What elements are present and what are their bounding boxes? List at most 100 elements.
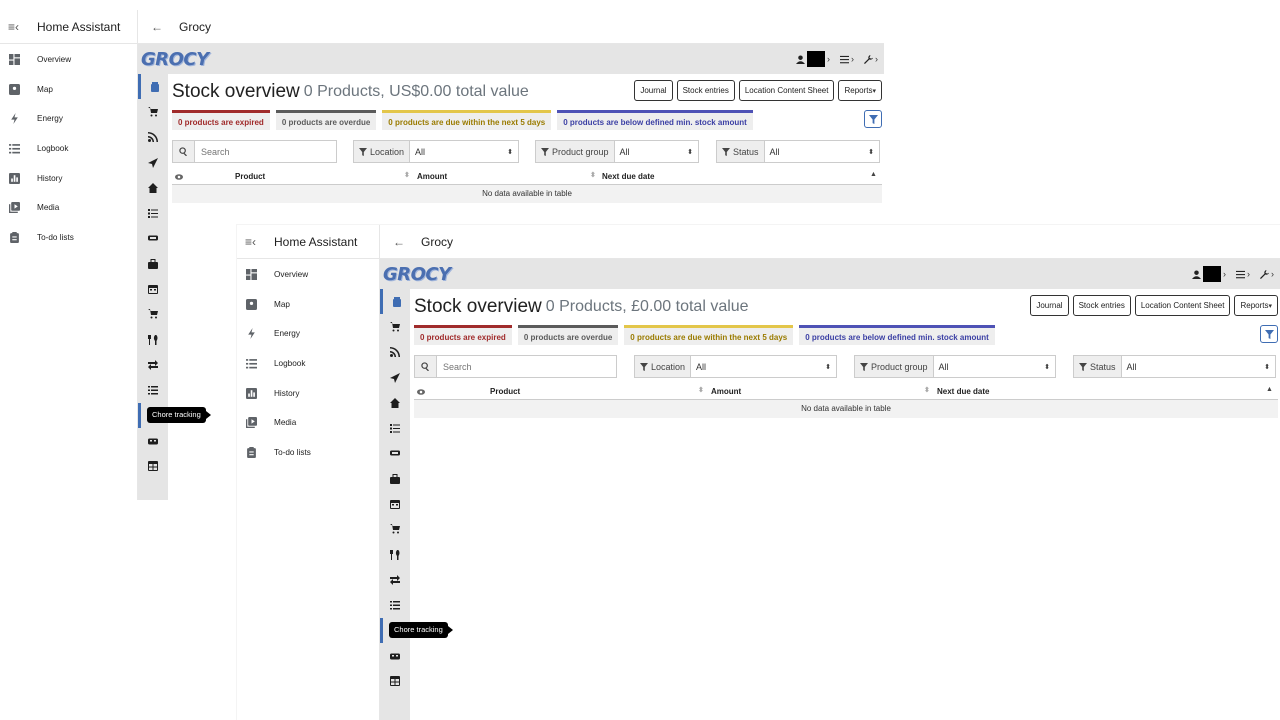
sidebar-item-todo[interactable]: To-do lists	[0, 223, 137, 253]
clear-filter-button[interactable]	[864, 110, 882, 128]
status-due-soon[interactable]: 0 products are due within the next 5 day…	[382, 110, 552, 130]
search-input[interactable]	[437, 356, 615, 377]
utensils-icon	[148, 334, 158, 345]
nav-stock-overview[interactable]	[138, 74, 168, 100]
sidebar-item-map[interactable]: Map	[237, 289, 379, 319]
nav-tasks[interactable]	[138, 200, 168, 225]
menu-collapse-icon[interactable]: ≡‹	[245, 235, 257, 249]
product-group-select[interactable]: All ⬍	[614, 141, 698, 162]
search-input[interactable]	[195, 141, 335, 162]
nav-recipes[interactable]	[138, 125, 168, 150]
nav-transfer[interactable]	[138, 352, 168, 377]
column-next-due-date[interactable]: Next due date	[937, 383, 989, 400]
search-icon	[173, 141, 195, 162]
sidebar-item-energy[interactable]: Energy	[0, 104, 137, 134]
eye-icon[interactable]	[417, 383, 425, 400]
reports-dropdown[interactable]: Reports▾	[1234, 295, 1278, 316]
nav-battery-tracking[interactable]	[138, 428, 168, 453]
nav-inventory[interactable]	[138, 378, 168, 403]
nav-chore-tracking[interactable]: Chore tracking	[380, 617, 453, 644]
user-menu[interactable]: ›	[1192, 266, 1226, 282]
menu-collapse-icon[interactable]: ≡‹	[8, 20, 20, 34]
ha-sidebar-header: ≡‹ Home Assistant	[237, 225, 379, 259]
nav-calendar[interactable]	[138, 276, 168, 301]
nav-shopping-list[interactable]	[380, 314, 410, 339]
nav-stock-overview[interactable]	[380, 289, 410, 315]
tools-menu[interactable]: ›	[1260, 269, 1274, 279]
sidebar-item-map[interactable]: Map	[0, 74, 137, 104]
nav-battery-tracking[interactable]	[380, 643, 410, 668]
nav-meal-plan[interactable]	[138, 150, 168, 175]
journal-button[interactable]: Journal	[1030, 295, 1069, 316]
stock-entries-button[interactable]: Stock entries	[1072, 295, 1131, 316]
stock-entries-button[interactable]: Stock entries	[676, 80, 735, 101]
nav-batteries[interactable]	[138, 226, 168, 251]
status-below-min[interactable]: 0 products are below defined min. stock …	[557, 110, 753, 130]
status-overdue[interactable]: 0 products are overdue	[517, 325, 619, 345]
grocy-logo[interactable]: GROCY	[383, 264, 451, 285]
sidebar-item-history[interactable]: History	[0, 163, 137, 193]
clear-filter-button[interactable]	[1260, 325, 1278, 343]
status-overdue[interactable]: 0 products are overdue	[275, 110, 377, 130]
nav-inventory[interactable]	[380, 593, 410, 618]
sidebar-item-overview[interactable]: Overview	[0, 45, 137, 75]
status-expired[interactable]: 0 products are expired	[414, 325, 512, 345]
sidebar-item-label: Logbook	[274, 358, 306, 368]
nav-equipment[interactable]	[138, 251, 168, 276]
nav-chore-tracking[interactable]: Chore tracking	[138, 402, 211, 429]
sidebar-item-todo[interactable]: To-do lists	[237, 438, 379, 468]
column-product[interactable]: Product	[490, 383, 520, 400]
back-arrow-icon[interactable]: ←	[151, 20, 163, 34]
nav-tasks[interactable]	[380, 415, 410, 440]
nav-shopping-list[interactable]	[138, 99, 168, 124]
grocy-logo[interactable]: GROCY	[141, 49, 209, 70]
nav-purchase[interactable]	[380, 517, 410, 542]
column-amount[interactable]: Amount	[711, 383, 741, 400]
box-icon	[392, 296, 401, 307]
nav-home[interactable]	[138, 175, 168, 200]
user-menu[interactable]: ›	[796, 51, 830, 67]
ha-sidebar: ≡‹ Home Assistant Overview Map Energy Lo…	[0, 10, 138, 500]
tools-menu[interactable]: ›	[864, 54, 878, 64]
column-amount[interactable]: Amount	[417, 168, 447, 185]
nav-equipment[interactable]	[380, 466, 410, 491]
status-expired[interactable]: 0 products are expired	[172, 110, 270, 130]
status-below-min[interactable]: 0 products are below defined min. stock …	[799, 325, 995, 345]
sidebar-item-media[interactable]: Media	[0, 193, 137, 223]
location-select[interactable]: All ⬍	[410, 141, 518, 162]
status-select[interactable]: All ⬍	[1121, 356, 1275, 377]
nav-consume[interactable]	[380, 542, 410, 567]
sidebar-item-overview[interactable]: Overview	[237, 260, 379, 290]
nav-transfer[interactable]	[380, 567, 410, 592]
nav-meal-plan[interactable]	[380, 365, 410, 390]
product-group-select[interactable]: All ⬍	[933, 356, 1055, 377]
reports-dropdown[interactable]: Reports▾	[838, 80, 882, 101]
nav-master-data[interactable]	[380, 668, 410, 693]
sidebar-item-history[interactable]: History	[237, 378, 379, 408]
nav-calendar[interactable]	[380, 491, 410, 516]
sidebar-item-logbook[interactable]: Logbook	[0, 134, 137, 164]
ticket-icon	[148, 235, 158, 241]
sidebar-item-media[interactable]: Media	[237, 408, 379, 438]
nav-consume[interactable]	[138, 327, 168, 352]
nav-master-data[interactable]	[138, 453, 168, 478]
location-select[interactable]: All ⬍	[691, 356, 836, 377]
eye-icon[interactable]	[175, 168, 183, 185]
column-next-due-date[interactable]: Next due date	[602, 168, 654, 185]
status-select[interactable]: All ⬍	[764, 141, 879, 162]
nav-home[interactable]	[380, 390, 410, 415]
column-product[interactable]: Product	[235, 168, 265, 185]
nav-purchase[interactable]	[138, 302, 168, 327]
settings-menu[interactable]: ›	[1236, 269, 1250, 279]
sidebar-item-logbook[interactable]: Logbook	[237, 349, 379, 379]
sidebar-item-energy[interactable]: Energy	[237, 319, 379, 349]
nav-recipes[interactable]	[380, 340, 410, 365]
settings-menu[interactable]: ›	[840, 54, 854, 64]
status-due-soon[interactable]: 0 products are due within the next 5 day…	[624, 325, 794, 345]
journal-button[interactable]: Journal	[634, 80, 673, 101]
nav-batteries[interactable]	[380, 441, 410, 466]
back-arrow-icon[interactable]: ←	[393, 235, 405, 249]
status-filter-label: Status	[717, 141, 765, 162]
location-content-sheet-button[interactable]: Location Content Sheet	[738, 80, 835, 101]
location-content-sheet-button[interactable]: Location Content Sheet	[1134, 295, 1231, 316]
